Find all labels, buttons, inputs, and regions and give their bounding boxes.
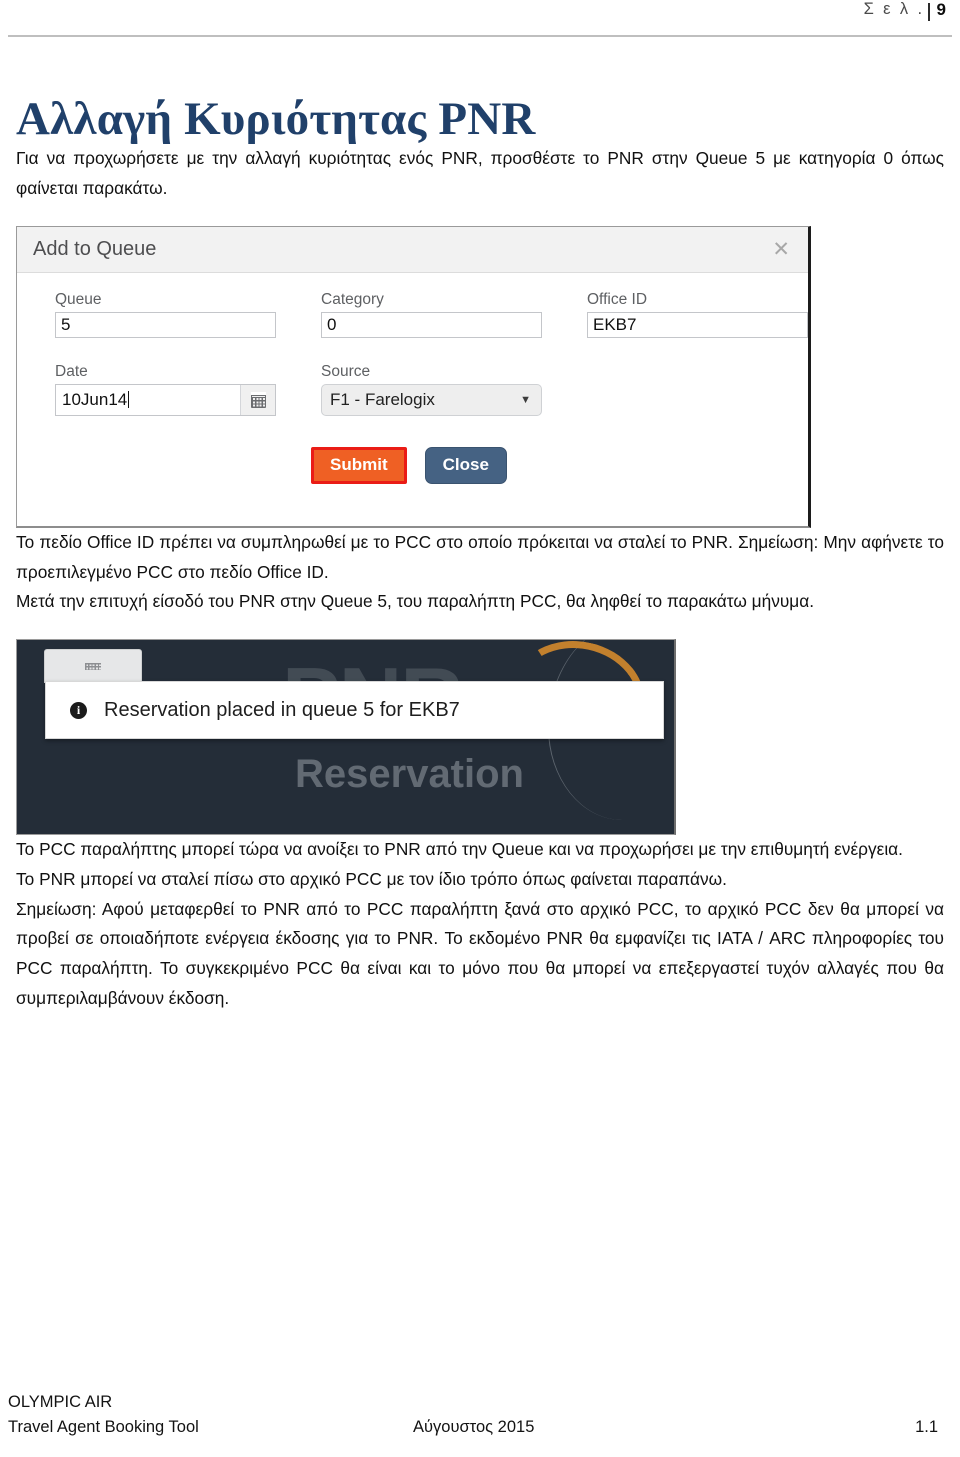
chevron-down-icon: ▼	[520, 393, 531, 406]
submit-button[interactable]: Submit	[311, 446, 407, 484]
panel-tab-handle[interactable]	[44, 649, 142, 684]
reservation-toast-screenshot: PNR Reservation i Reservation placed in …	[16, 639, 676, 836]
paragraph-recipient-pcc: Το PCC παραλήπτης μπορεί τώρα να ανοίξει…	[16, 839, 903, 860]
background-watermark-reservation: Reservation	[295, 752, 524, 797]
page-title: Αλλαγή Κυριότητας PNR	[16, 92, 536, 145]
paragraph-note-issuance: Σημείωση: Αφού μεταφερθεί το PNR από το …	[16, 898, 944, 1008]
dialog-field-row-2: Date 10Jun14 Source F1 - Farelogix ▼	[17, 363, 808, 416]
text-caret	[128, 391, 130, 409]
category-label: Category	[321, 290, 384, 308]
date-label: Date	[55, 362, 88, 380]
dialog-button-row: Submit Close	[311, 446, 808, 484]
paragraph-intro: Για να προχωρήσετε με την αλλαγή κυριότη…	[16, 148, 944, 199]
page-header: Σ ε λ . 9	[8, 0, 952, 34]
field-date: Date 10Jun14	[55, 363, 276, 416]
dialog-field-row-1: Queue 5 Category 0 Office ID EKB7	[17, 291, 808, 338]
source-select-value: F1 - Farelogix	[330, 389, 435, 409]
header-divider-bar	[927, 3, 930, 21]
page-footer: OLYMPIC AIR Travel Agent Booking Tool Αύ…	[8, 1390, 938, 1441]
info-icon: i	[70, 701, 87, 719]
footer-product: Travel Agent Booking Tool	[8, 1418, 199, 1437]
source-label: Source	[321, 362, 371, 380]
date-input[interactable]: 10Jun14	[56, 384, 241, 415]
paragraph-office-id-note: Το πεδίο Office ID πρέπει να συμπληρωθεί…	[16, 531, 944, 582]
category-input[interactable]: 0	[321, 311, 542, 338]
grip-dots-icon	[85, 662, 101, 670]
page-number: 9	[936, 0, 946, 19]
calendar-icon	[250, 391, 266, 408]
document-page: Σ ε λ . 9 Αλλαγή Κυριότητας PNR Για να π…	[0, 0, 960, 1457]
notification-message: Reservation placed in queue 5 for EKB7	[104, 698, 460, 721]
dialog-titlebar: Add to Queue ✕	[17, 226, 808, 273]
header-rule	[8, 35, 952, 37]
office-id-label: Office ID	[587, 290, 648, 308]
calendar-picker-button[interactable]	[241, 384, 275, 415]
footer-line-2: Travel Agent Booking Tool Αύγουστος 2015…	[8, 1415, 938, 1441]
dialog-body: Queue 5 Category 0 Office ID EKB7 Date 1…	[17, 273, 808, 525]
queue-input[interactable]: 5	[55, 311, 276, 338]
close-icon[interactable]: ✕	[772, 239, 790, 260]
date-field-wrapper: 10Jun14	[55, 383, 276, 416]
source-select[interactable]: F1 - Farelogix ▼	[321, 383, 542, 416]
notification-bar: i Reservation placed in queue 5 for EKB7	[45, 681, 664, 740]
date-input-value: 10Jun14	[62, 389, 128, 409]
paragraph-send-back: Το PNR μπορεί να σταλεί πίσω στο αρχικό …	[16, 868, 727, 889]
page-label: Σ ε λ .	[863, 0, 925, 18]
field-queue: Queue 5	[55, 291, 276, 338]
footer-version: 1.1	[915, 1418, 938, 1437]
footer-company: OLYMPIC AIR	[8, 1392, 113, 1411]
field-source: Source F1 - Farelogix ▼	[321, 363, 542, 416]
footer-date: Αύγουστος 2015	[413, 1418, 535, 1437]
add-to-queue-dialog-screenshot: Add to Queue ✕ Queue 5 Category 0 Office…	[16, 225, 811, 528]
field-category: Category 0	[321, 291, 542, 338]
close-button[interactable]: Close	[424, 446, 507, 484]
queue-label: Queue	[55, 290, 102, 308]
dialog-title: Add to Queue	[33, 237, 157, 260]
paragraph-queue-success: Μετά την επιτυχή είσοδό του PNR στην Que…	[16, 591, 815, 612]
office-id-input[interactable]: EKB7	[587, 311, 808, 338]
field-office-id: Office ID EKB7	[587, 291, 808, 338]
